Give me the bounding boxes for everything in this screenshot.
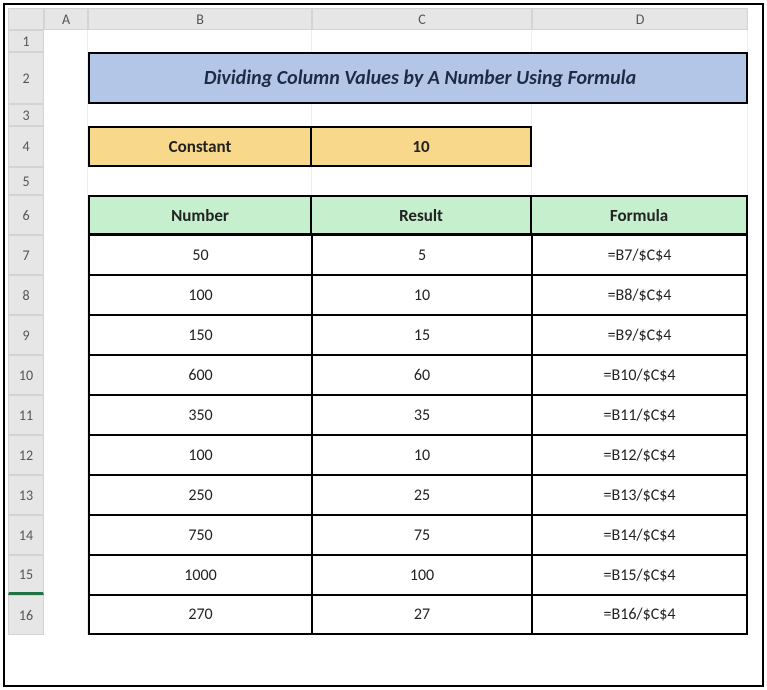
cell-a12[interactable] — [44, 435, 88, 475]
constant-label-cell[interactable]: Constant — [88, 126, 312, 167]
cell-a7[interactable] — [44, 235, 88, 275]
cell-a8[interactable] — [44, 275, 88, 315]
row-header-11[interactable]: 11 — [8, 395, 44, 435]
row-header-3[interactable]: 3 — [8, 104, 44, 126]
cell-c9[interactable]: 15 — [312, 315, 532, 355]
cell-a14[interactable] — [44, 515, 88, 555]
cell-b10[interactable]: 600 — [88, 355, 312, 395]
row-header-14[interactable]: 14 — [8, 515, 44, 555]
cell-d7[interactable]: =B7/$C$4 — [532, 235, 748, 275]
cell-b1[interactable] — [88, 30, 312, 52]
row-header-7[interactable]: 7 — [8, 235, 44, 275]
cell-d12[interactable]: =B12/$C$4 — [532, 435, 748, 475]
cell-d9[interactable]: =B9/$C$4 — [532, 315, 748, 355]
cell-a9[interactable] — [44, 315, 88, 355]
column-header-row: A B C D — [8, 8, 748, 30]
cell-b11[interactable]: 350 — [88, 395, 312, 435]
cell-d8[interactable]: =B8/$C$4 — [532, 275, 748, 315]
cell-c12[interactable]: 10 — [312, 435, 532, 475]
cell-d5[interactable] — [532, 167, 748, 195]
cell-b9[interactable]: 150 — [88, 315, 312, 355]
cell-b13[interactable]: 250 — [88, 475, 312, 515]
cell-b3[interactable] — [88, 104, 312, 126]
cell-c8[interactable]: 10 — [312, 275, 532, 315]
cell-a2[interactable] — [44, 52, 88, 104]
row-header-16[interactable]: 16 — [8, 595, 44, 635]
cell-a16[interactable] — [44, 595, 88, 635]
cell-a15[interactable] — [44, 555, 88, 595]
row-header-10[interactable]: 10 — [8, 355, 44, 395]
cell-c11[interactable]: 35 — [312, 395, 532, 435]
cell-a13[interactable] — [44, 475, 88, 515]
cell-d11[interactable]: =B11/$C$4 — [532, 395, 748, 435]
cell-b16[interactable]: 270 — [88, 595, 312, 635]
cell-c7[interactable]: 5 — [312, 235, 532, 275]
cell-c15[interactable]: 100 — [312, 555, 532, 595]
row-header-15[interactable]: 15 — [8, 555, 44, 595]
cell-c13[interactable]: 25 — [312, 475, 532, 515]
cell-c16[interactable]: 27 — [312, 595, 532, 635]
cell-c10[interactable]: 60 — [312, 355, 532, 395]
row-header-13[interactable]: 13 — [8, 475, 44, 515]
select-all-corner[interactable] — [8, 8, 44, 30]
table-header-result[interactable]: Result — [312, 195, 532, 235]
row-header-4[interactable]: 4 — [8, 126, 44, 167]
cell-c14[interactable]: 75 — [312, 515, 532, 555]
row-header-9[interactable]: 9 — [8, 315, 44, 355]
col-header-a[interactable]: A — [44, 8, 88, 30]
cell-b14[interactable]: 750 — [88, 515, 312, 555]
cell-d14[interactable]: =B14/$C$4 — [532, 515, 748, 555]
cell-d10[interactable]: =B10/$C$4 — [532, 355, 748, 395]
col-header-d[interactable]: D — [532, 8, 748, 30]
cell-b5[interactable] — [88, 167, 312, 195]
row-header-1[interactable]: 1 — [8, 30, 44, 52]
cell-d1[interactable] — [532, 30, 748, 52]
constant-value-cell[interactable]: 10 — [312, 126, 532, 167]
spreadsheet-grid: A B C D 1 2 Dividing Column Values by A … — [8, 8, 748, 635]
title-cell[interactable]: Dividing Column Values by A Number Using… — [88, 52, 748, 104]
cell-a10[interactable] — [44, 355, 88, 395]
cell-a5[interactable] — [44, 167, 88, 195]
cell-c1[interactable] — [312, 30, 532, 52]
row-header-5[interactable]: 5 — [8, 167, 44, 195]
cell-c5[interactable] — [312, 167, 532, 195]
cell-a4[interactable] — [44, 126, 88, 167]
cell-b7[interactable]: 50 — [88, 235, 312, 275]
cell-d4[interactable] — [532, 126, 748, 167]
col-header-b[interactable]: B — [88, 8, 312, 30]
cell-d3[interactable] — [532, 104, 748, 126]
cell-c3[interactable] — [312, 104, 532, 126]
row-header-8[interactable]: 8 — [8, 275, 44, 315]
cell-d16[interactable]: =B16/$C$4 — [532, 595, 748, 635]
row-header-2[interactable]: 2 — [8, 52, 44, 104]
cell-b8[interactable]: 100 — [88, 275, 312, 315]
cell-a3[interactable] — [44, 104, 88, 126]
table-header-number[interactable]: Number — [88, 195, 312, 235]
cell-a6[interactable] — [44, 195, 88, 235]
cell-d15[interactable]: =B15/$C$4 — [532, 555, 748, 595]
cell-b12[interactable]: 100 — [88, 435, 312, 475]
cell-a11[interactable] — [44, 395, 88, 435]
row-header-6[interactable]: 6 — [8, 195, 44, 235]
row-header-12[interactable]: 12 — [8, 435, 44, 475]
cell-b15[interactable]: 1000 — [88, 555, 312, 595]
table-header-formula[interactable]: Formula — [532, 195, 748, 235]
cell-a1[interactable] — [44, 30, 88, 52]
col-header-c[interactable]: C — [312, 8, 532, 30]
cell-d13[interactable]: =B13/$C$4 — [532, 475, 748, 515]
